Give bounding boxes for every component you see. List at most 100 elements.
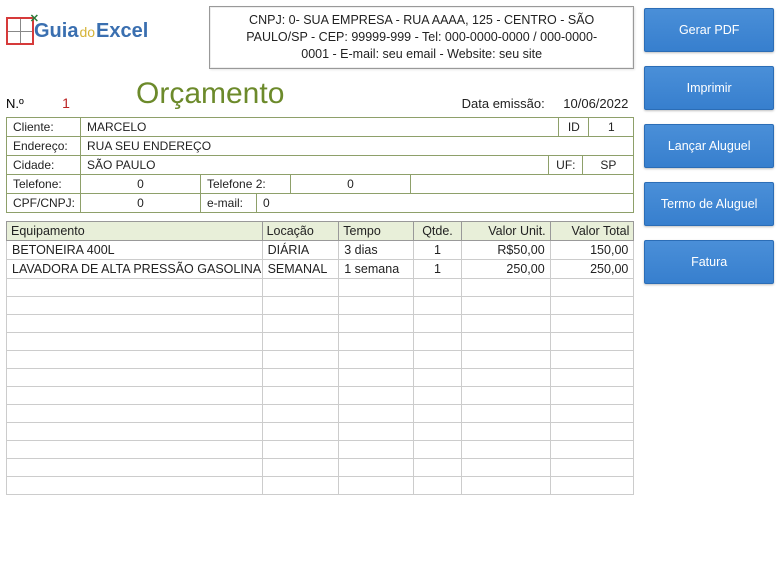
cell-tempo[interactable] xyxy=(339,368,413,386)
cell-equip[interactable] xyxy=(7,404,263,422)
cell-qtde[interactable] xyxy=(413,314,462,332)
cell-equip[interactable] xyxy=(7,368,263,386)
cell-vt[interactable] xyxy=(550,296,634,314)
cell-tempo[interactable] xyxy=(339,458,413,476)
cell-equip[interactable] xyxy=(7,278,263,296)
cell-equip[interactable] xyxy=(7,296,263,314)
cell-vt[interactable] xyxy=(550,350,634,368)
cell-vt[interactable] xyxy=(550,368,634,386)
cell-vu[interactable] xyxy=(462,458,550,476)
cell-vu[interactable] xyxy=(462,368,550,386)
fatura-button[interactable]: Fatura xyxy=(644,240,774,284)
cell-qtde[interactable] xyxy=(413,440,462,458)
endereco-field[interactable]: RUA SEU ENDEREÇO xyxy=(81,137,633,155)
cell-qtde[interactable] xyxy=(413,332,462,350)
cell-qtde[interactable]: 1 xyxy=(413,240,462,259)
cell-tempo[interactable] xyxy=(339,476,413,494)
cell-qtde[interactable] xyxy=(413,404,462,422)
table-row[interactable] xyxy=(7,458,634,476)
cell-tempo[interactable] xyxy=(339,440,413,458)
cell-equip[interactable] xyxy=(7,422,263,440)
cell-loc[interactable] xyxy=(262,404,339,422)
cell-vt[interactable] xyxy=(550,314,634,332)
cell-vu[interactable]: R$50,00 xyxy=(462,240,550,259)
cell-equip[interactable] xyxy=(7,350,263,368)
table-row[interactable] xyxy=(7,350,634,368)
id-field[interactable]: 1 xyxy=(589,118,633,136)
cell-vu[interactable] xyxy=(462,314,550,332)
table-row[interactable] xyxy=(7,278,634,296)
cell-equip[interactable] xyxy=(7,332,263,350)
cidade-field[interactable]: SÃO PAULO xyxy=(81,156,549,174)
cell-qtde[interactable] xyxy=(413,458,462,476)
cell-equip[interactable] xyxy=(7,458,263,476)
cell-loc[interactable]: SEMANAL xyxy=(262,259,339,278)
table-row[interactable] xyxy=(7,476,634,494)
cell-tempo[interactable] xyxy=(339,332,413,350)
cell-loc[interactable] xyxy=(262,332,339,350)
doc-number[interactable]: 1 xyxy=(46,95,86,111)
cell-vu[interactable] xyxy=(462,278,550,296)
cell-vt[interactable] xyxy=(550,332,634,350)
table-row[interactable]: BETONEIRA 400LDIÁRIA3 dias1R$50,00150,00 xyxy=(7,240,634,259)
cell-tempo[interactable] xyxy=(339,278,413,296)
cell-qtde[interactable] xyxy=(413,422,462,440)
imprimir-button[interactable]: Imprimir xyxy=(644,66,774,110)
cell-vu[interactable]: 250,00 xyxy=(462,259,550,278)
cell-vt[interactable] xyxy=(550,278,634,296)
cell-equip[interactable] xyxy=(7,440,263,458)
cell-qtde[interactable] xyxy=(413,296,462,314)
cell-qtde[interactable] xyxy=(413,368,462,386)
cell-tempo[interactable] xyxy=(339,422,413,440)
telefone-field[interactable]: 0 xyxy=(81,175,201,193)
cell-vt[interactable]: 150,00 xyxy=(550,240,634,259)
cell-loc[interactable] xyxy=(262,458,339,476)
cell-loc[interactable] xyxy=(262,314,339,332)
cell-vu[interactable] xyxy=(462,476,550,494)
telefone2-field[interactable]: 0 xyxy=(291,175,411,193)
email-field[interactable]: 0 xyxy=(257,194,633,212)
table-row[interactable] xyxy=(7,404,634,422)
cell-tempo[interactable] xyxy=(339,404,413,422)
cell-loc[interactable] xyxy=(262,368,339,386)
cell-vt[interactable] xyxy=(550,476,634,494)
cell-qtde[interactable] xyxy=(413,278,462,296)
termo-aluguel-button[interactable]: Termo de Aluguel xyxy=(644,182,774,226)
cell-loc[interactable] xyxy=(262,386,339,404)
cell-equip[interactable] xyxy=(7,476,263,494)
table-row[interactable] xyxy=(7,314,634,332)
cell-loc[interactable] xyxy=(262,422,339,440)
cell-loc[interactable] xyxy=(262,296,339,314)
emissao-date[interactable]: 10/06/2022 xyxy=(548,96,628,111)
cell-equip[interactable] xyxy=(7,386,263,404)
cell-equip[interactable]: BETONEIRA 400L xyxy=(7,240,263,259)
lancar-aluguel-button[interactable]: Lançar Aluguel xyxy=(644,124,774,168)
cell-loc[interactable] xyxy=(262,440,339,458)
cell-vt[interactable]: 250,00 xyxy=(550,259,634,278)
cell-qtde[interactable] xyxy=(413,386,462,404)
cell-vt[interactable] xyxy=(550,458,634,476)
cell-equip[interactable] xyxy=(7,314,263,332)
cell-vt[interactable] xyxy=(550,386,634,404)
cell-loc[interactable]: DIÁRIA xyxy=(262,240,339,259)
table-row[interactable] xyxy=(7,332,634,350)
cell-tempo[interactable] xyxy=(339,314,413,332)
table-row[interactable]: LAVADORA DE ALTA PRESSÃO GASOLINASEMANAL… xyxy=(7,259,634,278)
cell-vu[interactable] xyxy=(462,404,550,422)
cell-vu[interactable] xyxy=(462,440,550,458)
table-row[interactable] xyxy=(7,440,634,458)
cliente-field[interactable]: MARCELO xyxy=(81,118,559,136)
cell-vu[interactable] xyxy=(462,422,550,440)
cell-qtde[interactable] xyxy=(413,350,462,368)
gerar-pdf-button[interactable]: Gerar PDF xyxy=(644,8,774,52)
uf-field[interactable]: SP xyxy=(583,156,633,174)
table-row[interactable] xyxy=(7,368,634,386)
cell-vt[interactable] xyxy=(550,440,634,458)
cell-vt[interactable] xyxy=(550,422,634,440)
cell-loc[interactable] xyxy=(262,476,339,494)
cell-loc[interactable] xyxy=(262,278,339,296)
cell-loc[interactable] xyxy=(262,350,339,368)
table-row[interactable] xyxy=(7,386,634,404)
cell-tempo[interactable] xyxy=(339,350,413,368)
cell-tempo[interactable] xyxy=(339,386,413,404)
